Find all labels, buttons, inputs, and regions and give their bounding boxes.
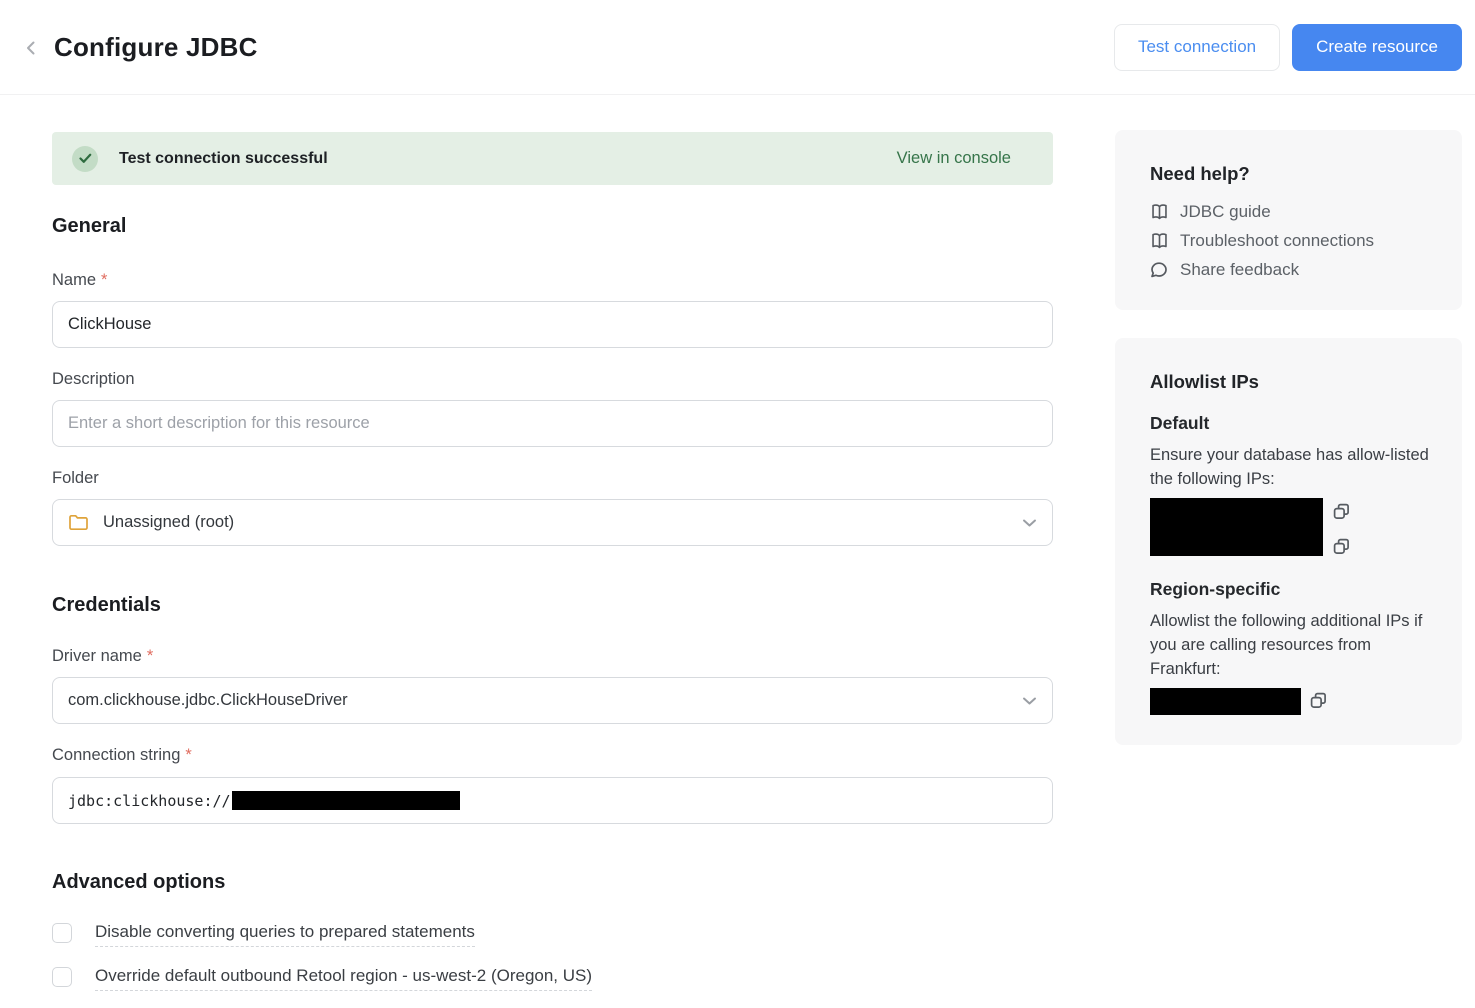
copy-icon[interactable] xyxy=(1310,692,1327,709)
connection-string-input[interactable]: jdbc:clickhouse:// xyxy=(52,777,1053,824)
jdbc-guide-link[interactable]: JDBC guide xyxy=(1150,202,1432,222)
allowlist-ips-panel: Allowlist IPs Default Ensure your databa… xyxy=(1115,338,1462,745)
connection-string-visible-value: jdbc:clickhouse:// xyxy=(68,792,231,810)
connection-string-label: Connection string* xyxy=(52,746,1053,765)
region-specific-text: Allowlist the following additional IPs i… xyxy=(1150,609,1432,681)
help-link-label: Troubleshoot connections xyxy=(1180,231,1374,251)
sidebar: Need help? JDBC guide Troubleshoot conne… xyxy=(1115,130,1462,745)
page-header: Configure JDBC Test connection Create re… xyxy=(0,0,1475,95)
page-title: Configure JDBC xyxy=(54,32,258,63)
create-resource-button[interactable]: Create resource xyxy=(1292,24,1462,71)
help-link-label: JDBC guide xyxy=(1180,202,1271,222)
default-ip-row xyxy=(1150,498,1432,556)
copy-buttons xyxy=(1333,503,1350,555)
main-form: Test connection successful View in conso… xyxy=(52,95,1053,991)
view-in-console-link[interactable]: View in console xyxy=(897,149,1011,168)
folder-value: Unassigned (root) xyxy=(103,513,234,532)
allowlist-ips-heading: Allowlist IPs xyxy=(1150,371,1432,393)
folder-select[interactable]: Unassigned (root) xyxy=(52,499,1053,546)
copy-icon[interactable] xyxy=(1333,538,1350,555)
need-help-heading: Need help? xyxy=(1150,163,1432,185)
chevron-down-icon xyxy=(1022,696,1037,706)
checkbox-label: Override default outbound Retool region … xyxy=(95,966,592,991)
required-marker: * xyxy=(185,746,191,764)
disable-prepared-statements-checkbox[interactable] xyxy=(52,923,72,943)
override-region-checkbox[interactable] xyxy=(52,967,72,987)
credentials-heading: Credentials xyxy=(52,593,1053,617)
driver-name-value: com.clickhouse.jdbc.ClickHouseDriver xyxy=(68,691,348,710)
region-ip-row xyxy=(1150,688,1432,715)
option-row-override-region: Override default outbound Retool region … xyxy=(52,966,1053,991)
copy-icon[interactable] xyxy=(1333,503,1350,520)
description-label: Description xyxy=(52,370,1053,389)
need-help-panel: Need help? JDBC guide Troubleshoot conne… xyxy=(1115,130,1462,310)
name-field-wrap xyxy=(52,301,1053,348)
description-field-wrap xyxy=(52,400,1053,447)
folder-label: Folder xyxy=(52,469,1053,488)
required-marker: * xyxy=(101,271,107,289)
help-links: JDBC guide Troubleshoot connections Shar… xyxy=(1150,202,1432,280)
book-icon xyxy=(1150,232,1169,250)
default-subheading: Default xyxy=(1150,413,1432,434)
redacted-connection-host xyxy=(232,791,460,810)
book-icon xyxy=(1150,203,1169,221)
option-row-prepared-statements: Disable converting queries to prepared s… xyxy=(52,922,1053,947)
description-input[interactable] xyxy=(68,401,1037,446)
success-banner: Test connection successful View in conso… xyxy=(52,132,1053,185)
share-feedback-link[interactable]: Share feedback xyxy=(1150,260,1432,280)
default-text: Ensure your database has allow-listed th… xyxy=(1150,443,1432,491)
test-connection-button[interactable]: Test connection xyxy=(1114,24,1280,71)
redacted-ip-list xyxy=(1150,498,1323,556)
redacted-ip xyxy=(1150,688,1301,715)
chevron-left-icon xyxy=(24,39,38,57)
help-link-label: Share feedback xyxy=(1180,260,1299,280)
name-input[interactable] xyxy=(68,302,1037,347)
troubleshoot-connections-link[interactable]: Troubleshoot connections xyxy=(1150,231,1432,251)
name-label: Name* xyxy=(52,271,1053,290)
check-icon xyxy=(72,146,98,172)
back-button[interactable] xyxy=(18,35,44,61)
driver-name-label: Driver name* xyxy=(52,647,1053,666)
general-heading: General xyxy=(52,214,1053,238)
banner-message: Test connection successful xyxy=(119,150,328,168)
folder-icon xyxy=(68,513,89,532)
chevron-down-icon xyxy=(1022,518,1037,528)
chat-icon xyxy=(1150,261,1169,279)
required-marker: * xyxy=(147,647,153,665)
region-specific-subheading: Region-specific xyxy=(1150,579,1432,600)
header-actions: Test connection Create resource xyxy=(1114,24,1462,71)
checkbox-label: Disable converting queries to prepared s… xyxy=(95,922,475,947)
driver-name-select[interactable]: com.clickhouse.jdbc.ClickHouseDriver xyxy=(52,677,1053,724)
configure-jdbc-page: Configure JDBC Test connection Create re… xyxy=(0,0,1475,1008)
advanced-options-heading: Advanced options xyxy=(52,870,1053,894)
